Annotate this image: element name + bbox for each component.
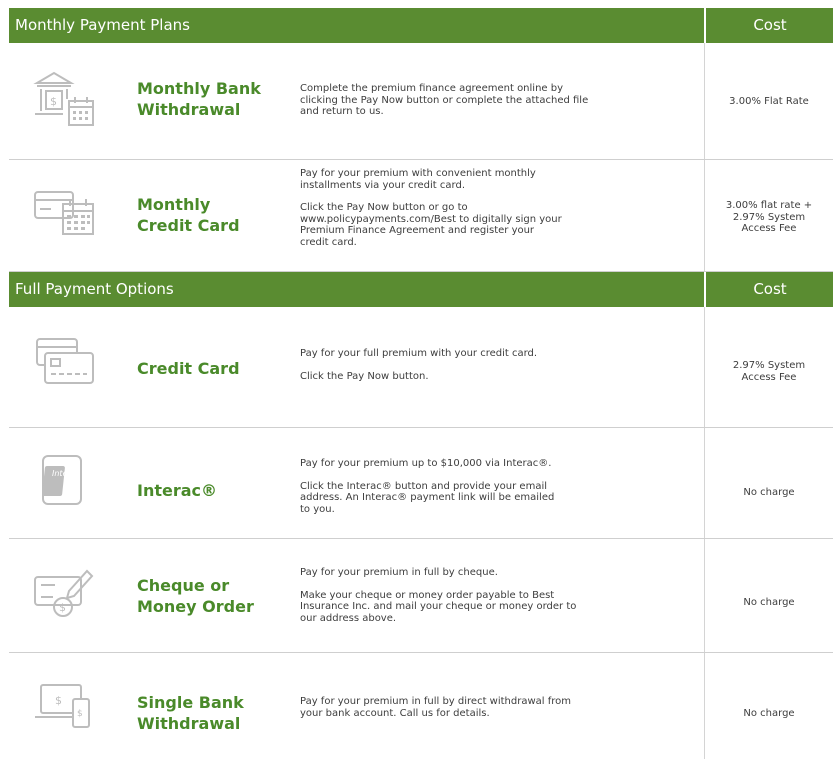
option-cost: No charge <box>743 708 795 719</box>
cost-column-header: Cost <box>704 8 833 43</box>
full-payment-header: Full Payment Options Cost <box>9 272 833 307</box>
svg-text:$: $ <box>59 601 66 614</box>
credit-cards-icon <box>36 338 94 384</box>
cheque-pen-icon: $ <box>34 569 94 617</box>
option-title: Single Bank Withdrawal <box>137 693 244 733</box>
cheque-money-order-row: $ Cheque or Money Order Pay for your pre… <box>9 539 833 653</box>
option-description: Pay for your premium in full by direct w… <box>300 696 572 719</box>
monthly-credit-card-row: Monthly Credit Card Pay for your premium… <box>9 160 833 272</box>
svg-text:$: $ <box>50 95 57 108</box>
svg-text:Interac: Interac <box>52 469 81 478</box>
svg-text:$: $ <box>77 709 83 719</box>
option-title: Cheque or Money Order <box>137 576 254 616</box>
option-cost: No charge <box>743 597 795 608</box>
option-description: Pay for your full premium with your cred… <box>300 348 538 382</box>
option-cost: 2.97% System Access Fee <box>732 360 806 383</box>
credit-card-row: Credit Card Pay for your full premium wi… <box>9 307 833 428</box>
option-description: Complete the premium finance agreement o… <box>300 83 589 117</box>
option-description: Pay for your premium with convenient mon… <box>300 168 562 248</box>
interac-card-icon: Interac <box>42 455 82 505</box>
option-cost: No charge <box>743 487 795 498</box>
monthly-bank-withdrawal-row: $ Monthly Bank Withdrawal Complete the p… <box>9 43 833 160</box>
interac-row: Interac Interac® Pay for your premium up… <box>9 428 833 539</box>
cost-column-header: Cost <box>704 272 833 307</box>
bank-calendar-icon: $ <box>33 71 94 126</box>
section-title: Full Payment Options <box>15 280 174 298</box>
option-title: Monthly Bank Withdrawal <box>137 79 261 119</box>
option-cost: 3.00% flat rate + 2.97% System Access Fe… <box>725 200 813 234</box>
monthly-plans-header: Monthly Payment Plans Cost <box>9 8 833 43</box>
option-title: Monthly Credit Card <box>137 195 240 235</box>
option-description: Pay for your premium up to $10,000 via I… <box>300 458 555 515</box>
option-title: Credit Card <box>137 359 240 378</box>
credit-card-calendar-icon <box>34 191 94 235</box>
laptop-phone-icon: $ $ <box>35 684 90 728</box>
single-bank-withdrawal-row: $ $ Single Bank Withdrawal Pay for your … <box>9 653 833 759</box>
section-title: Monthly Payment Plans <box>15 16 190 34</box>
option-cost: 3.00% Flat Rate <box>729 96 809 107</box>
option-description: Pay for your premium in full by cheque. … <box>300 567 577 624</box>
svg-text:$: $ <box>55 694 62 707</box>
option-title: Interac® <box>137 481 218 500</box>
